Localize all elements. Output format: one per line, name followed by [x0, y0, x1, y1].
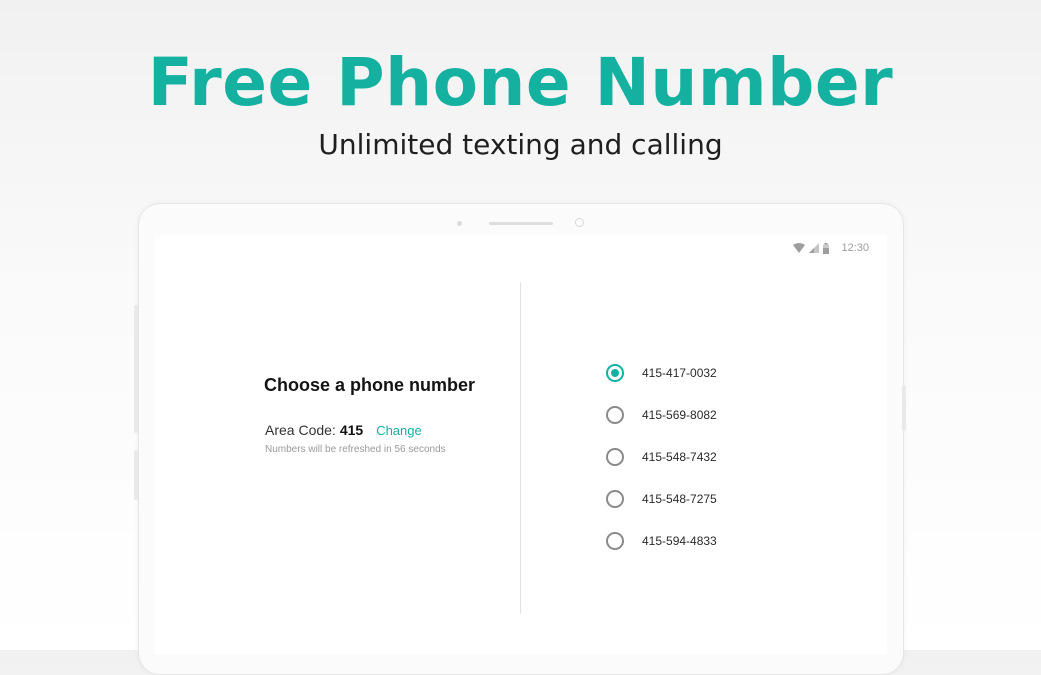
- number-option[interactable]: 415-569-8082: [606, 394, 717, 436]
- tablet-side-button-right: [902, 385, 906, 431]
- battery-icon: [823, 242, 830, 254]
- panel-divider: [520, 282, 521, 614]
- picker-heading: Choose a phone number: [264, 375, 476, 395]
- refresh-note: Numbers will be refreshed in 56 seconds: [265, 444, 446, 455]
- status-time: 12:30: [841, 242, 869, 254]
- number-option-label: 415-417-0032: [642, 366, 717, 380]
- tablet-speaker: [489, 222, 553, 225]
- tablet-sensor: [457, 221, 462, 226]
- hero-subtitle: Unlimited texting and calling: [318, 128, 723, 161]
- number-options: 415-417-0032 415-569-8082 415-548-7432 4…: [606, 352, 717, 562]
- hero-title: Free Phone Number: [147, 44, 894, 121]
- app-screen: 12:30 Choose a phone number Area Code: 4…: [155, 235, 887, 655]
- status-bar: 12:30: [793, 242, 869, 254]
- tablet-camera-icon: [575, 218, 584, 227]
- radio-button[interactable]: [606, 406, 624, 424]
- number-option-label: 415-594-4833: [642, 534, 717, 548]
- area-code-value: 415: [339, 422, 364, 438]
- number-option[interactable]: 415-548-7275: [606, 478, 717, 520]
- number-option[interactable]: 415-594-4833: [606, 520, 717, 562]
- number-option-label: 415-548-7275: [642, 492, 717, 506]
- tablet-side-button-left: [134, 305, 138, 433]
- number-option[interactable]: 415-417-0032: [606, 352, 717, 394]
- radio-button-selected[interactable]: [606, 364, 624, 382]
- radio-button[interactable]: [606, 448, 624, 466]
- number-option[interactable]: 415-548-7432: [606, 436, 717, 478]
- area-code-label: Area Code:: [265, 422, 336, 438]
- signal-icon: [809, 243, 820, 253]
- radio-button[interactable]: [606, 532, 624, 550]
- change-area-code-link[interactable]: Change: [376, 423, 422, 438]
- radio-button[interactable]: [606, 490, 624, 508]
- number-option-label: 415-548-7432: [642, 450, 717, 464]
- area-code-row: Area Code: 415 Change: [265, 422, 422, 438]
- tablet-side-button-left-lower: [134, 450, 138, 500]
- number-option-label: 415-569-8082: [642, 408, 717, 422]
- wifi-icon: [793, 243, 806, 253]
